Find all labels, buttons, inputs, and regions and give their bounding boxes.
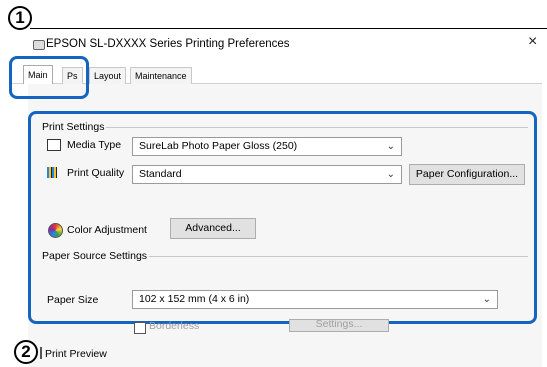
callout-number-one: 1 — [8, 6, 32, 30]
print-preview-label: Print Preview — [45, 348, 107, 360]
borderless-label: Borderless — [149, 320, 200, 332]
tab-layout[interactable]: Layout — [89, 67, 127, 84]
callout-number-two: 2 — [14, 340, 38, 364]
highlight-main-tab — [9, 56, 89, 99]
window-title-line — [30, 28, 547, 29]
window-title: EPSON SL-DXXXX Series Printing Preferenc… — [46, 38, 290, 50]
tab-maintenance[interactable]: Maintenance — [130, 67, 192, 84]
printer-app-icon — [33, 40, 45, 50]
print-preview-checkbox[interactable] — [40, 347, 42, 359]
borderless-settings-button[interactable]: Settings... — [289, 319, 389, 332]
highlight-settings-area — [28, 111, 537, 324]
borderless-checkbox[interactable] — [134, 322, 146, 334]
close-icon[interactable]: × — [528, 33, 537, 51]
